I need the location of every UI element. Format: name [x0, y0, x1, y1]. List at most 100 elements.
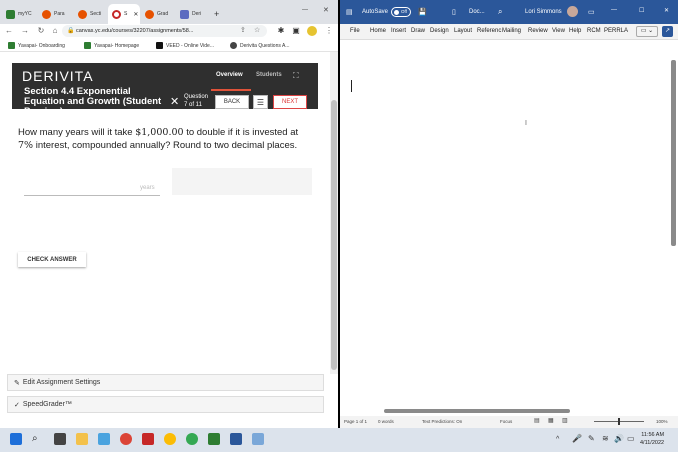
print-layout-icon[interactable]: ▦: [548, 417, 554, 424]
chrome-profile-icon[interactable]: [164, 433, 176, 445]
start-icon[interactable]: [10, 433, 22, 445]
forward-arrow-icon[interactable]: →: [20, 26, 30, 36]
browser-tab[interactable]: Secti: [74, 4, 108, 24]
expand-icon[interactable]: ⛶: [293, 71, 302, 80]
answer-input[interactable]: [24, 195, 160, 196]
word-icon[interactable]: [230, 433, 242, 445]
back-button[interactable]: BACK: [215, 95, 249, 109]
word-vertical-scroll-thumb[interactable]: [671, 60, 676, 246]
chrome-icon[interactable]: [120, 433, 132, 445]
web-layout-icon[interactable]: ▥: [562, 417, 568, 424]
close-tab-icon[interactable]: ✕: [133, 11, 138, 18]
question-list-button[interactable]: ☰: [253, 95, 268, 109]
search-icon[interactable]: ⌕: [32, 433, 44, 445]
ribbon-tab-view[interactable]: View: [552, 28, 565, 34]
speedgrader-link[interactable]: ✓ SpeedGrader™: [7, 396, 324, 413]
address-bar[interactable]: 🔒 canvas.yc.edu/courses/32207/assignment…: [62, 25, 267, 37]
app-icon[interactable]: [208, 433, 220, 445]
sidepanel-icon[interactable]: ▣: [291, 26, 301, 36]
browser-tab[interactable]: Para: [38, 4, 72, 24]
page-indicator[interactable]: Page 1 of 1: [344, 419, 367, 424]
close-window-icon[interactable]: ✕: [664, 7, 669, 14]
ribbon-tab-references[interactable]: Referenc: [477, 28, 501, 34]
browser-tab[interactable]: Grad: [141, 4, 175, 24]
page-scrollbar-thumb[interactable]: [331, 100, 337, 370]
browser-tab-active[interactable]: S ✕: [108, 4, 140, 24]
browser-tab[interactable]: myYC: [2, 4, 36, 24]
clock-date: 4/11/2022: [640, 440, 665, 446]
task-view-icon[interactable]: [54, 433, 66, 445]
minimize-icon[interactable]: —: [302, 7, 308, 13]
search-icon[interactable]: ⌕: [498, 7, 502, 17]
list-icon: ☰: [256, 97, 265, 107]
microphone-icon[interactable]: 🎤: [572, 434, 582, 443]
home-icon[interactable]: ⌂: [50, 26, 60, 36]
profile-avatar[interactable]: [307, 26, 317, 36]
reload-icon[interactable]: ↻: [36, 26, 46, 36]
document-canvas[interactable]: [340, 40, 670, 404]
word-horizontal-scroll-thumb[interactable]: [384, 409, 570, 413]
new-tab-button[interactable]: +: [210, 4, 224, 24]
maximize-icon[interactable]: ☐: [639, 7, 644, 14]
edit-assignment-settings-link[interactable]: ✎ Edit Assignment Settings: [7, 374, 324, 391]
bookmark-item[interactable]: VEED - Online Vide...: [156, 42, 214, 49]
close-window-icon[interactable]: ✕: [323, 6, 329, 14]
speedgrader-icon: ✓: [14, 401, 20, 409]
bookmark-item[interactable]: Derivita Questions A...: [230, 42, 289, 49]
tab-overview[interactable]: Overview: [216, 72, 243, 78]
question-counter-value: 7 of 11: [184, 102, 202, 108]
back-arrow-icon[interactable]: ←: [4, 26, 14, 36]
document-name[interactable]: Doc...: [469, 9, 485, 15]
focus-button[interactable]: Focus: [500, 419, 512, 424]
word-count[interactable]: 0 words: [378, 419, 394, 424]
volume-icon[interactable]: 🔊: [614, 434, 624, 443]
menu-dots-icon[interactable]: ⋮: [324, 26, 334, 36]
text-predictions-status[interactable]: Text Predictions: On: [422, 419, 462, 424]
read-mode-icon[interactable]: ▤: [534, 417, 540, 424]
save-icon[interactable]: 💾: [418, 8, 427, 16]
avatar[interactable]: [567, 6, 578, 17]
zoom-slider-handle[interactable]: [618, 418, 620, 425]
taskbar-clock[interactable]: 11:56 AM 4/11/2022: [640, 431, 664, 447]
tab-favicon-icon: [145, 9, 154, 19]
extensions-icon[interactable]: ✱: [276, 26, 286, 36]
check-answer-button[interactable]: CHECK ANSWER: [18, 252, 86, 267]
wifi-icon[interactable]: ≋: [602, 434, 609, 443]
minimize-icon[interactable]: —: [611, 7, 617, 13]
ribbon-display-icon[interactable]: ▭: [588, 8, 595, 16]
zoom-level[interactable]: 100%: [656, 419, 668, 424]
question-amount: $1,000.00: [135, 127, 184, 138]
tab-favicon-icon: [112, 9, 121, 19]
ribbon-tab-insert[interactable]: Insert: [391, 28, 406, 34]
comments-button[interactable]: ▭ ⌄: [636, 26, 658, 37]
ribbon-tab-rcm[interactable]: RCM: [587, 28, 601, 34]
snip-icon[interactable]: [252, 433, 264, 445]
ribbon-tab-file[interactable]: File: [350, 28, 360, 34]
answer-feedback-area: [172, 168, 312, 195]
browser-tab[interactable]: Deri: [176, 4, 210, 24]
chevron-up-icon[interactable]: ^: [556, 436, 559, 443]
tab-students[interactable]: Students: [256, 72, 282, 78]
star-icon[interactable]: ☆: [254, 26, 260, 34]
photos-icon[interactable]: [98, 433, 110, 445]
ribbon-tab-layout[interactable]: Layout: [454, 28, 472, 34]
share-icon[interactable]: ⇪: [240, 26, 246, 34]
next-button[interactable]: NEXT: [273, 95, 307, 109]
pen-icon[interactable]: ✎: [588, 434, 595, 443]
ribbon-tab-perrla[interactable]: PERRLA: [604, 28, 628, 34]
autosave-toggle[interactable]: Off: [391, 7, 411, 17]
ribbon-tab-help[interactable]: Help: [569, 28, 581, 34]
bookmark-item[interactable]: Yavapai- Onboarding: [8, 42, 65, 49]
close-icon[interactable]: ✕: [170, 95, 179, 108]
office-icon[interactable]: [142, 433, 154, 445]
share-icon[interactable]: ↗: [662, 26, 673, 37]
ribbon-tab-mailings[interactable]: Mailing: [502, 28, 521, 34]
chrome-alt-icon[interactable]: [186, 433, 198, 445]
ribbon-tab-review[interactable]: Review: [528, 28, 548, 34]
battery-icon[interactable]: ▭: [627, 434, 635, 443]
file-explorer-icon[interactable]: [76, 433, 88, 445]
ribbon-tab-design[interactable]: Design: [430, 28, 449, 34]
bookmark-item[interactable]: Yavapai- Homepage: [84, 42, 139, 49]
ribbon-tab-draw[interactable]: Draw: [411, 28, 425, 34]
ribbon-tab-home[interactable]: Home: [370, 28, 386, 34]
